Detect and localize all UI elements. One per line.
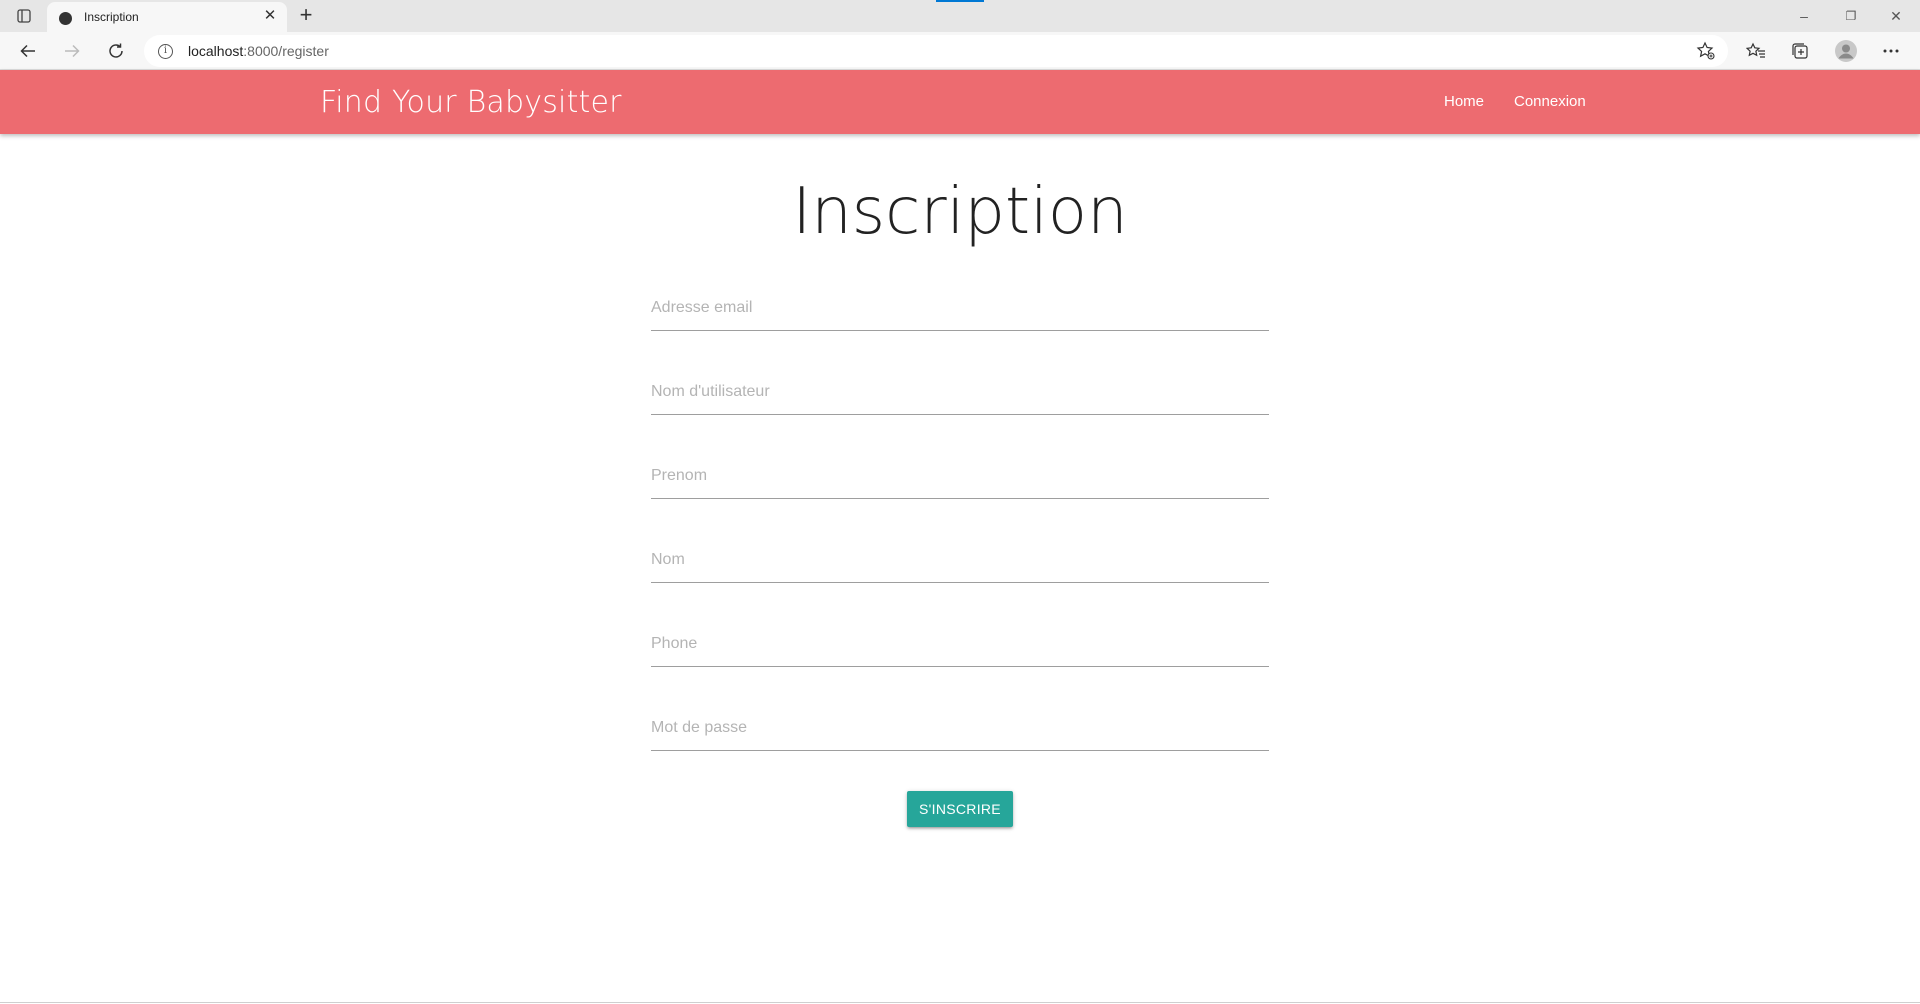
add-favorite-icon[interactable]: [1696, 41, 1716, 61]
browser-toolbar: i localhost:8000/register: [0, 32, 1920, 70]
firstname-field[interactable]: [651, 454, 1269, 499]
profile-avatar-icon[interactable]: [1832, 37, 1860, 65]
url-host: localhost: [188, 43, 244, 59]
drag-indicator: [936, 0, 984, 2]
more-menu-icon[interactable]: [1877, 37, 1905, 65]
page-title: Inscription: [792, 175, 1128, 249]
register-submit-button[interactable]: S'INSCRIRE: [907, 791, 1013, 827]
favorites-icon[interactable]: [1742, 37, 1770, 65]
url-path: :8000/register: [243, 43, 329, 59]
viewport-bottom-border: [0, 1002, 1920, 1003]
collections-icon[interactable]: [1786, 37, 1814, 65]
nav-link-home[interactable]: Home: [1444, 93, 1484, 110]
tab-actions-icon[interactable]: [12, 6, 36, 26]
brand-logo-link[interactable]: Find Your Babysitter: [320, 85, 622, 120]
site-navbar: Find Your Babysitter Home Connexion: [0, 70, 1920, 134]
tab-close-icon[interactable]: ✕: [261, 7, 279, 25]
reload-icon[interactable]: [102, 37, 130, 65]
site-info-icon[interactable]: i: [158, 44, 173, 59]
minimize-button[interactable]: –: [1789, 5, 1819, 27]
email-field-wrapper: [651, 286, 1269, 332]
lastname-field[interactable]: [651, 538, 1269, 583]
username-field[interactable]: [651, 370, 1269, 415]
favicon-icon: [59, 12, 72, 25]
url-text: localhost:8000/register: [188, 43, 329, 59]
forward-arrow-icon[interactable]: [58, 37, 86, 65]
username-field-wrapper: [651, 370, 1269, 416]
restore-button[interactable]: ❐: [1836, 5, 1866, 27]
browser-tabstrip: Inscription ✕ + – ❐ ✕: [0, 0, 1920, 32]
phone-field-wrapper: [651, 622, 1269, 668]
firstname-field-wrapper: [651, 454, 1269, 500]
phone-field[interactable]: [651, 622, 1269, 667]
password-field[interactable]: [651, 706, 1269, 751]
new-tab-button[interactable]: +: [294, 4, 318, 28]
nav-link-connexion[interactable]: Connexion: [1514, 93, 1586, 110]
email-field[interactable]: [651, 286, 1269, 331]
browser-tab-active[interactable]: Inscription ✕: [47, 2, 287, 32]
back-arrow-icon[interactable]: [14, 37, 42, 65]
close-window-button[interactable]: ✕: [1881, 5, 1911, 27]
password-field-wrapper: [651, 706, 1269, 752]
address-bar[interactable]: i localhost:8000/register: [144, 35, 1728, 67]
tab-title: Inscription: [84, 10, 139, 24]
lastname-field-wrapper: [651, 538, 1269, 584]
